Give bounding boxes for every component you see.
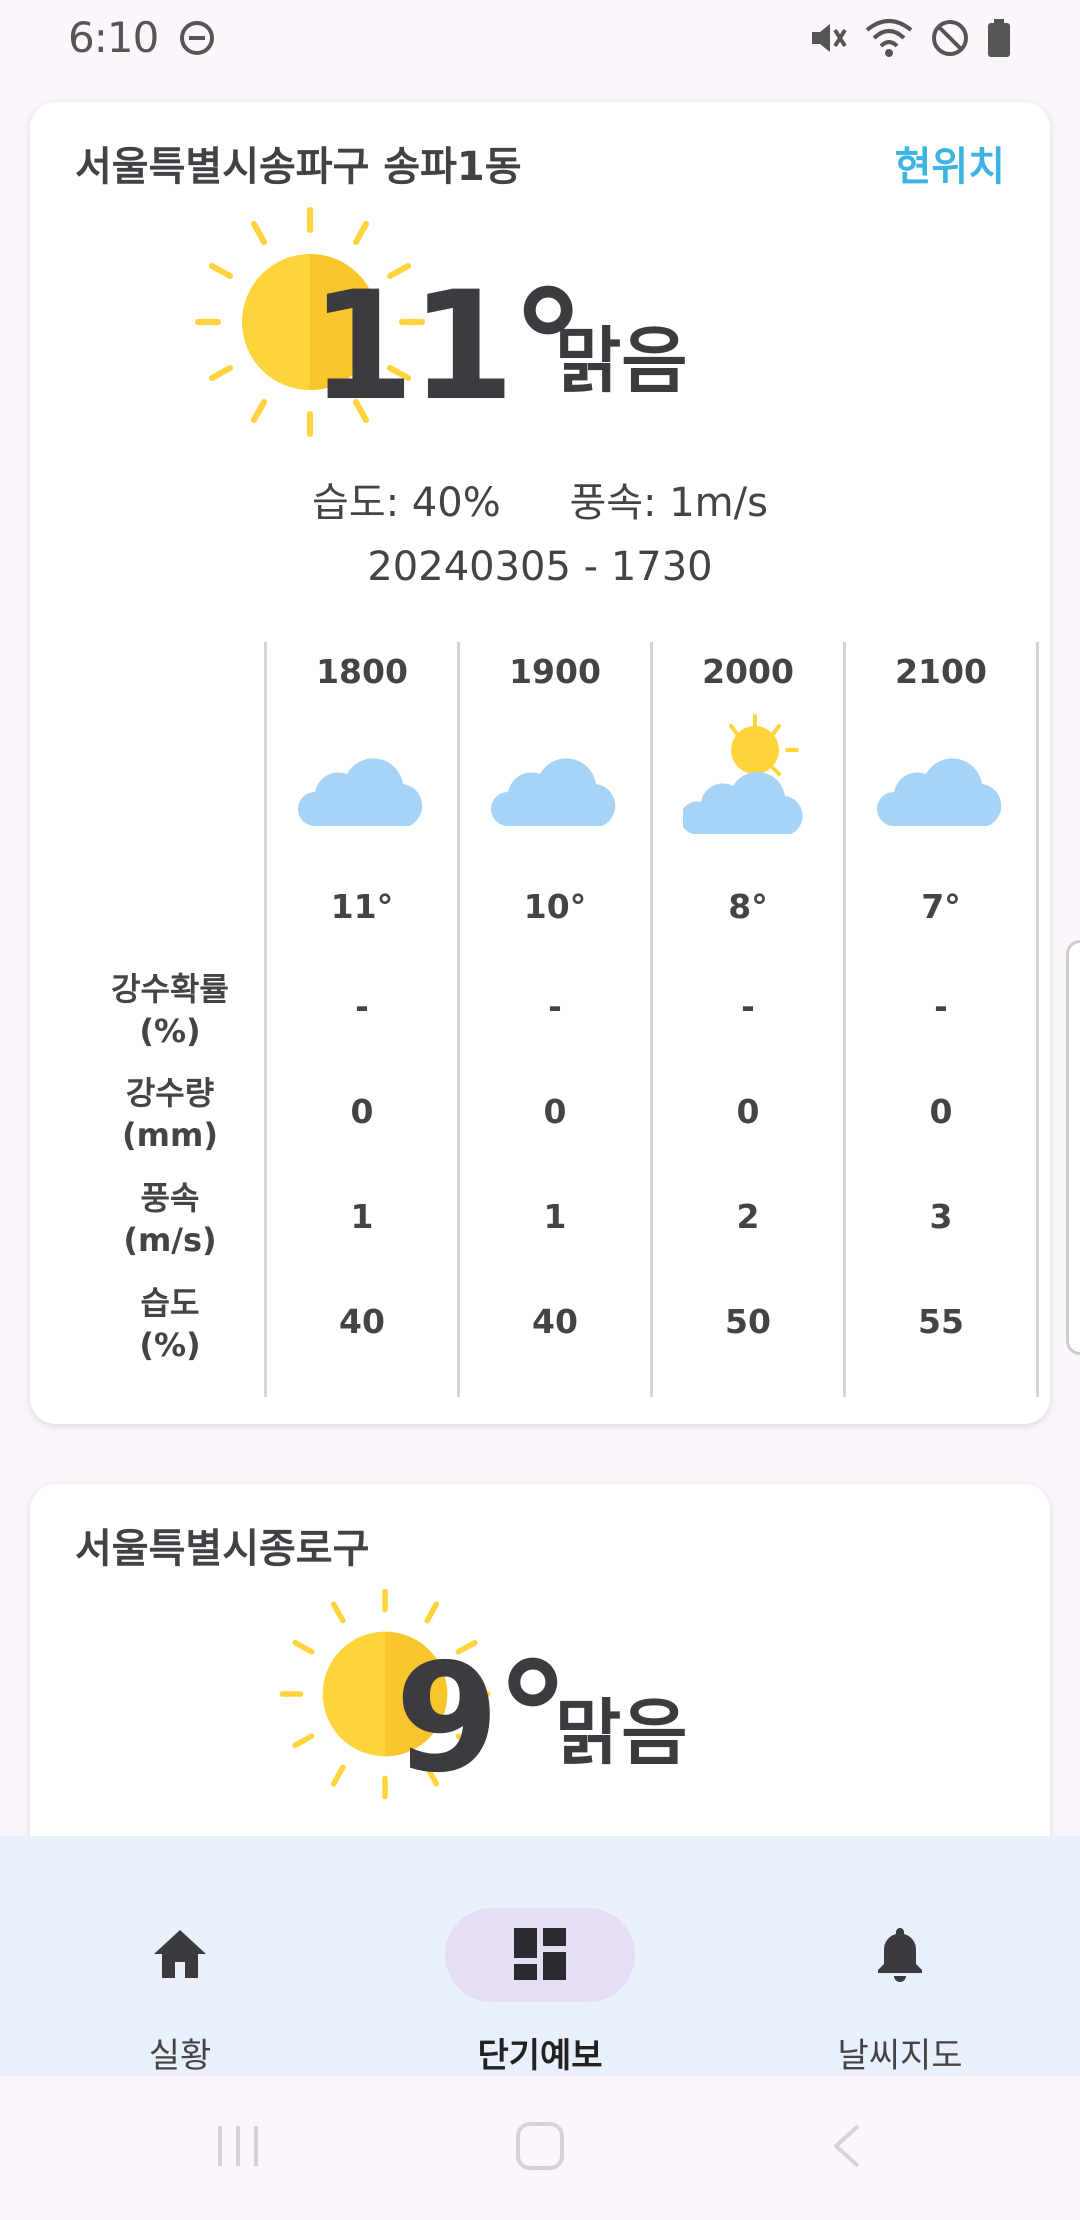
row-label-wind: 풍속 (m/s) [123, 1179, 217, 1259]
battery-icon [988, 18, 1010, 57]
forecast-column: 1900 10° - 0 1 40 [460, 642, 650, 1397]
forecast-temp: 8° [728, 887, 768, 926]
nav-label: 실황 [148, 2036, 212, 2076]
forecast-precip: 0 [543, 1092, 567, 1131]
wifi-icon [865, 18, 913, 57]
forecast-temp: 11° [330, 887, 394, 926]
forecast-wind: 2 [736, 1197, 760, 1236]
forecast-precip: 0 [929, 1092, 953, 1131]
location-weather-card[interactable]: 서울특별시종로구 9° 맑음 [30, 1484, 1050, 1884]
mute-icon [812, 23, 847, 52]
forecast-temp: 10° [523, 887, 587, 926]
nav-label: 날씨지도 [837, 2036, 963, 2076]
forecast-hour: 1900 [509, 652, 601, 691]
location-title: 서울특별시종로구 [75, 1526, 370, 1572]
forecast-precip-prob: - [548, 987, 562, 1026]
forecast-column: 2000 8° - 0 2 50 [653, 642, 843, 1397]
forecast-humidity: 50 [725, 1302, 771, 1341]
home-icon [154, 1930, 206, 1978]
current-weather-card: 서울특별시송파구 송파1동 현위치 11° 맑음 습도: 40% 풍속: 1m/… [30, 102, 1050, 1424]
forecast-hour: 2000 [702, 652, 794, 691]
location-title: 서울특별시송파구 송파1동 [75, 144, 522, 190]
back-icon[interactable] [820, 2116, 872, 2176]
dnd-icon [180, 20, 215, 55]
column-divider [1036, 642, 1039, 1397]
forecast-column: 2100 7° - 0 3 55 [846, 642, 1036, 1397]
current-wind: 풍속: 1m/s [569, 480, 768, 526]
recent-apps-icon[interactable] [212, 2116, 264, 2176]
current-humidity: 습도: 40% [312, 480, 501, 526]
forecast-precip-prob: - [741, 987, 755, 1026]
forecast-precip: 0 [350, 1092, 374, 1131]
partly-cloudy-icon [683, 714, 803, 834]
hourly-forecast-table[interactable]: 강수확률 (%) 강수량 (mm) 풍속 (m/s) 습도 (%) 1800 11° -… [30, 642, 1050, 1397]
row-label-humidity: 습도 (%) [139, 1284, 201, 1364]
current-location-button[interactable]: 현위치 [895, 134, 1005, 192]
current-condition: 맑음 [555, 319, 688, 403]
bell-icon [878, 1928, 922, 1982]
forecast-wind: 1 [350, 1197, 374, 1236]
status-bar: 6:10 [0, 0, 1080, 75]
nav-label: 단기예보 [477, 2036, 603, 2076]
forecast-wind: 1 [543, 1197, 567, 1236]
cloud-icon [877, 758, 1002, 826]
row-label-precip: 강수량 (mm) [122, 1074, 218, 1154]
forecast-humidity: 40 [339, 1302, 385, 1341]
cloud-icon [491, 758, 616, 826]
forecast-hour: 2100 [895, 652, 987, 691]
forecast-precip-prob: - [934, 987, 948, 1026]
forecast-hour: 1800 [316, 652, 408, 691]
bottom-navigation: 실황 단기예보 날씨지도 [0, 1836, 1080, 2076]
current-temperature: 9° [395, 1632, 570, 1806]
dashboard-icon [514, 1928, 566, 1980]
forecast-column: 1800 11° - 0 1 40 [267, 642, 457, 1397]
forecast-humidity: 55 [918, 1302, 964, 1341]
current-condition: 맑음 [555, 1691, 688, 1775]
observation-timestamp: 20240305 - 1730 [367, 544, 713, 590]
edge-panel-handle[interactable] [1066, 940, 1080, 1355]
forecast-precip-prob: - [355, 987, 369, 1026]
nav-item-short-forecast[interactable]: 단기예보 [360, 1872, 720, 2076]
row-label-precip-prob: 강수확률 (%) [111, 970, 229, 1050]
status-time: 6:10 [68, 13, 159, 62]
forecast-humidity: 40 [532, 1302, 578, 1341]
forecast-temp: 7° [921, 887, 961, 926]
cloud-icon [298, 758, 423, 826]
forecast-wind: 3 [929, 1197, 953, 1236]
blocked-icon [932, 19, 968, 56]
current-temperature: 11° [310, 260, 586, 434]
system-navigation-bar [0, 2076, 1080, 2220]
home-button-icon[interactable] [514, 2116, 566, 2176]
nav-item-realtime[interactable]: 실황 [0, 1872, 360, 2076]
nav-item-weather-map[interactable]: 날씨지도 [720, 1872, 1080, 2076]
forecast-precip: 0 [736, 1092, 760, 1131]
current-details: 습도: 40% 풍속: 1m/s [30, 470, 1050, 528]
